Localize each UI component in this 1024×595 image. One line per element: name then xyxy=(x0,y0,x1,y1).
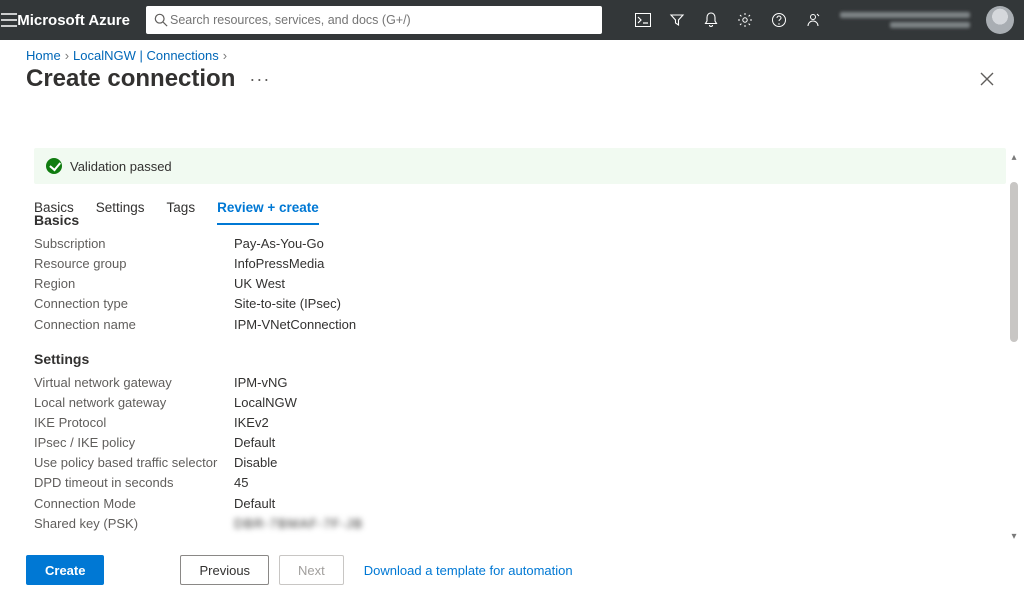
scroll-thumb[interactable] xyxy=(1010,182,1018,342)
settings-selector-label: Use policy based traffic selector xyxy=(34,453,234,473)
breadcrumb-parent[interactable]: LocalNGW | Connections xyxy=(73,48,219,63)
vertical-scrollbar[interactable]: ▴ ▾ xyxy=(1007,150,1021,543)
search-icon xyxy=(154,13,168,27)
section-basics-title: Basics xyxy=(34,212,1006,228)
settings-dpd-label: DPD timeout in seconds xyxy=(34,473,234,493)
close-icon xyxy=(980,72,994,86)
account-info[interactable] xyxy=(830,10,976,30)
basics-rg-value: InfoPressMedia xyxy=(234,254,324,274)
basics-subscription-value: Pay-As-You-Go xyxy=(234,234,324,254)
download-template-link[interactable]: Download a template for automation xyxy=(364,563,573,578)
wizard-footer: Create Previous Next Download a template… xyxy=(0,544,1024,595)
create-button[interactable]: Create xyxy=(26,555,104,585)
settings-ike-label: IKE Protocol xyxy=(34,413,234,433)
scroll-up-button[interactable]: ▴ xyxy=(1007,150,1021,164)
brand-label: Microsoft Azure xyxy=(17,12,130,29)
chevron-right-icon: › xyxy=(223,48,227,63)
chevron-right-icon: › xyxy=(65,48,69,63)
bell-icon xyxy=(704,12,718,28)
more-actions-button[interactable]: ··· xyxy=(249,69,270,90)
basics-region-label: Region xyxy=(34,274,234,294)
page-header: Create connection ··· xyxy=(0,65,1024,99)
section-settings-title: Settings xyxy=(34,351,1006,367)
settings-dpd-value: 45 xyxy=(234,473,248,493)
settings-vng-value: IPM-vNG xyxy=(234,373,287,393)
gear-icon xyxy=(737,12,753,28)
page-title: Create connection xyxy=(26,65,235,93)
validation-text: Validation passed xyxy=(70,159,172,174)
notifications-button[interactable] xyxy=(694,0,728,40)
previous-button[interactable]: Previous xyxy=(180,555,269,585)
settings-ike-value: IKEv2 xyxy=(234,413,269,433)
settings-policy-label: IPsec / IKE policy xyxy=(34,433,234,453)
close-blade-button[interactable] xyxy=(980,72,994,86)
settings-mode-label: Connection Mode xyxy=(34,494,234,514)
avatar[interactable] xyxy=(986,6,1014,34)
directories-button[interactable] xyxy=(660,0,694,40)
top-icons xyxy=(626,0,1024,40)
feedback-icon xyxy=(805,12,821,28)
basics-connname-label: Connection name xyxy=(34,315,234,335)
basics-region-value: UK West xyxy=(234,274,285,294)
feedback-button[interactable] xyxy=(796,0,830,40)
review-content: Basics SubscriptionPay-As-You-Go Resourc… xyxy=(0,200,1006,545)
next-button: Next xyxy=(279,555,344,585)
scroll-track[interactable] xyxy=(1007,164,1021,529)
settings-mode-value: Default xyxy=(234,494,275,514)
top-bar: Microsoft Azure xyxy=(0,0,1024,40)
help-icon xyxy=(771,12,787,28)
basics-conntype-label: Connection type xyxy=(34,294,234,314)
settings-lng-value: LocalNGW xyxy=(234,393,297,413)
settings-lng-label: Local network gateway xyxy=(34,393,234,413)
search-input[interactable] xyxy=(168,12,594,28)
filter-icon xyxy=(669,12,685,28)
basics-rg-label: Resource group xyxy=(34,254,234,274)
cloud-shell-icon xyxy=(635,13,651,27)
success-check-icon xyxy=(46,158,62,174)
settings-policy-value: Default xyxy=(234,433,275,453)
hamburger-menu-button[interactable] xyxy=(0,0,17,40)
validation-banner: Validation passed xyxy=(34,148,1006,184)
global-search[interactable] xyxy=(146,6,602,34)
basics-connname-value: IPM-VNetConnection xyxy=(234,315,356,335)
settings-psk-label: Shared key (PSK) xyxy=(34,514,234,534)
settings-psk-value: DBR-7BMAF-7F-JB xyxy=(234,514,363,534)
hamburger-icon xyxy=(1,13,17,27)
settings-selector-value: Disable xyxy=(234,453,277,473)
settings-vng-label: Virtual network gateway xyxy=(34,373,234,393)
basics-conntype-value: Site-to-site (IPsec) xyxy=(234,294,341,314)
help-button[interactable] xyxy=(762,0,796,40)
breadcrumb: Home › LocalNGW | Connections › xyxy=(0,40,1024,65)
settings-button[interactable] xyxy=(728,0,762,40)
breadcrumb-home[interactable]: Home xyxy=(26,48,61,63)
scroll-down-button[interactable]: ▾ xyxy=(1007,529,1021,543)
cloud-shell-button[interactable] xyxy=(626,0,660,40)
basics-subscription-label: Subscription xyxy=(34,234,234,254)
